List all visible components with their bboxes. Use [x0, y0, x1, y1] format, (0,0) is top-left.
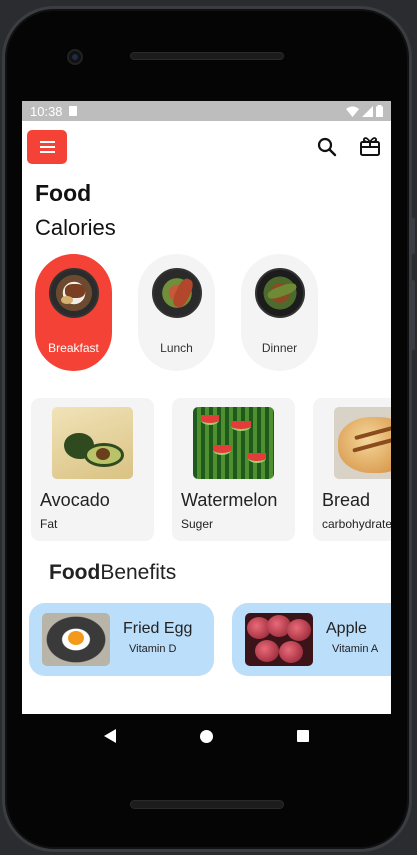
- watermelon-image: [193, 407, 274, 479]
- sd-card-icon: [68, 106, 77, 116]
- page-title: Food: [35, 180, 92, 206]
- bread-image: [334, 407, 391, 479]
- volume-button: [410, 218, 415, 254]
- fried-egg-image: [42, 613, 110, 666]
- android-nav-bar: [22, 714, 391, 758]
- benefit-card-apple[interactable]: Apple Vitamin A: [232, 603, 391, 676]
- avocado-image: [52, 407, 133, 479]
- bottom-speaker: [130, 800, 284, 809]
- food-card-watermelon[interactable]: Watermelon Suger: [172, 398, 295, 541]
- food-nutrient: carbohydrate: [322, 517, 391, 531]
- food-card-bread[interactable]: Bread carbohydrate: [313, 398, 391, 541]
- category-breakfast[interactable]: Breakfast: [35, 254, 112, 371]
- benefit-card-fried-egg[interactable]: Fried Egg Vitamin D: [29, 603, 214, 676]
- food-nutrient: Suger: [181, 517, 214, 531]
- signal-icon: [362, 105, 373, 117]
- benefit-vitamin: Vitamin A: [332, 643, 379, 655]
- benefit-vitamin: Vitamin D: [129, 643, 177, 655]
- status-bar: 10:38: [22, 101, 391, 121]
- food-name: Watermelon: [181, 490, 278, 510]
- recent-apps-icon[interactable]: [297, 730, 309, 742]
- apple-image: [245, 613, 313, 666]
- category-dinner[interactable]: Dinner: [241, 254, 318, 371]
- category-lunch[interactable]: Lunch: [138, 254, 215, 371]
- back-icon[interactable]: [104, 729, 116, 743]
- food-name: Avocado: [40, 490, 110, 510]
- benefit-name: Apple: [326, 620, 367, 637]
- gift-icon[interactable]: [359, 135, 381, 157]
- menu-button[interactable]: [27, 130, 67, 164]
- power-button: [410, 280, 415, 350]
- breakfast-image: [48, 268, 99, 318]
- wifi-icon: [346, 106, 359, 117]
- camera-icon: [67, 49, 83, 65]
- battery-icon: [376, 105, 383, 117]
- page-subtitle: Calories: [35, 215, 116, 240]
- section-title: FoodBenefits: [49, 561, 177, 584]
- menu-icon: [39, 141, 55, 143]
- search-icon[interactable]: [316, 136, 338, 158]
- app-screen: 10:38 Food Calories Breakfast Lunch Dinn…: [22, 101, 391, 714]
- food-name: Bread: [322, 490, 371, 510]
- category-label: Dinner: [261, 341, 298, 355]
- app-bar: [22, 121, 391, 171]
- food-nutrient: Fat: [40, 517, 58, 531]
- benefit-name: Fried Egg: [123, 620, 193, 637]
- home-icon[interactable]: [200, 729, 213, 743]
- category-label: Lunch: [160, 341, 193, 355]
- category-label: Breakfast: [48, 341, 99, 355]
- earpiece-speaker: [130, 52, 284, 60]
- food-card-avocado[interactable]: Avocado Fat: [31, 398, 154, 541]
- status-time: 10:38: [30, 103, 63, 119]
- lunch-image: [151, 268, 202, 318]
- dinner-image: [254, 268, 305, 318]
